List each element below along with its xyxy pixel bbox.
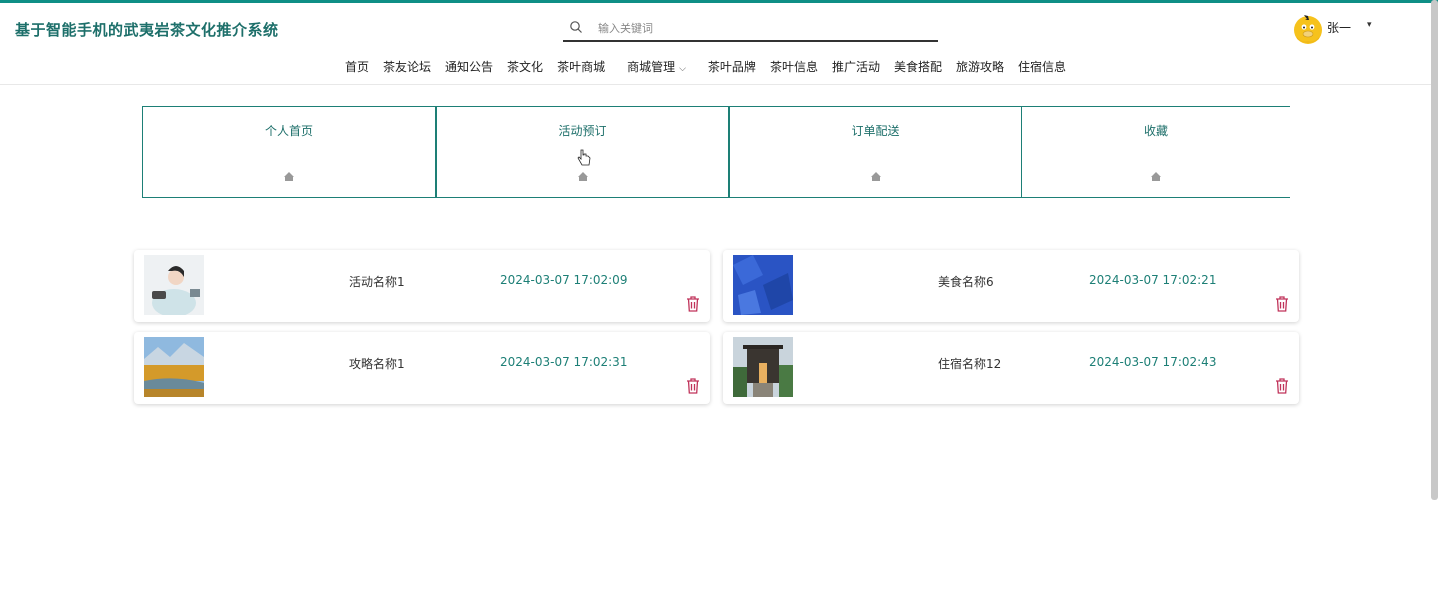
- list-item[interactable]: 住宿名称12 2024-03-07 17:02:43: [723, 332, 1299, 404]
- nav-item-tea-info[interactable]: 茶叶信息: [770, 58, 818, 78]
- nav-item-forum[interactable]: 茶友论坛: [383, 58, 431, 78]
- nav-item-home[interactable]: 首页: [345, 58, 369, 78]
- search-icon[interactable]: [569, 20, 583, 34]
- nav-item-tea-culture[interactable]: 茶文化: [507, 58, 543, 78]
- nav-item-mall-management[interactable]: 商城管理 ⌵: [627, 58, 686, 78]
- list-item[interactable]: 活动名称1 2024-03-07 17:02:09: [134, 250, 710, 322]
- item-name: 攻略名称1: [349, 357, 405, 371]
- search-input[interactable]: [598, 18, 918, 38]
- trash-icon[interactable]: [1275, 378, 1289, 394]
- tab-order-delivery[interactable]: 订单配送: [728, 106, 1021, 198]
- nav-item-food-pairing[interactable]: 美食搭配: [894, 58, 942, 78]
- tab-label: 活动预订: [558, 124, 607, 138]
- nav-item-notice[interactable]: 通知公告: [445, 58, 493, 78]
- tab-personal-home[interactable]: 个人首页: [142, 106, 435, 198]
- tab-favorites[interactable]: 收藏: [1021, 106, 1290, 198]
- duck-avatar[interactable]: [1292, 11, 1324, 45]
- home-icon: [284, 172, 294, 181]
- thumbnail-image: [144, 337, 204, 397]
- nav-item-lodging[interactable]: 住宿信息: [1018, 58, 1066, 78]
- item-time: 2024-03-07 17:02:31: [500, 355, 628, 369]
- tab-label: 订单配送: [851, 124, 900, 138]
- nav-item-tea-brand[interactable]: 茶叶品牌: [708, 58, 756, 78]
- trash-icon[interactable]: [686, 378, 700, 394]
- list-item[interactable]: 攻略名称1 2024-03-07 17:02:31: [134, 332, 710, 404]
- nav-item-travel-guide[interactable]: 旅游攻略: [956, 58, 1004, 78]
- thumbnail-image: [733, 255, 793, 315]
- main-nav: 首页 茶友论坛 通知公告 茶文化 茶叶商城 商城管理 ⌵ 茶叶品牌 茶叶信息 推广…: [345, 58, 1080, 78]
- site-title: 基于智能手机的武夷岩茶文化推介系统: [15, 21, 279, 39]
- list-item[interactable]: 美食名称6 2024-03-07 17:02:21: [723, 250, 1299, 322]
- item-name: 活动名称1: [349, 275, 405, 289]
- item-name: 住宿名称12: [938, 357, 1002, 371]
- chevron-down-icon: ⌵: [679, 64, 686, 74]
- user-name[interactable]: 张一: [1327, 19, 1351, 36]
- nav-item-tea-mall[interactable]: 茶叶商城: [557, 58, 605, 78]
- hand-cursor-icon: [577, 149, 591, 166]
- header: 基于智能手机的武夷岩茶文化推介系统 张一 ▾ 首页 茶友论坛 通知公告 茶文化 …: [0, 3, 1438, 85]
- home-icon: [870, 172, 881, 181]
- caret-down-icon[interactable]: ▾: [1367, 20, 1372, 30]
- tab-label: 收藏: [1143, 124, 1168, 138]
- nav-item-promotion[interactable]: 推广活动: [832, 58, 880, 78]
- trash-icon[interactable]: [1275, 296, 1289, 312]
- item-name: 美食名称6: [938, 275, 994, 289]
- tab-label: 个人首页: [264, 124, 313, 138]
- search-bar[interactable]: [563, 15, 938, 42]
- item-time: 2024-03-07 17:02:21: [1089, 273, 1217, 287]
- scrollbar[interactable]: [1431, 0, 1438, 500]
- item-time: 2024-03-07 17:02:43: [1089, 355, 1217, 369]
- trash-icon[interactable]: [686, 296, 700, 312]
- item-time: 2024-03-07 17:02:09: [500, 273, 628, 287]
- center-tabs: 个人首页 活动预订 订单配送 收藏: [142, 106, 1290, 198]
- thumbnail-image: [733, 337, 793, 397]
- nav-dropdown-label: 商城管理: [627, 60, 676, 74]
- home-icon: [577, 172, 588, 181]
- thumbnail-image: [144, 255, 204, 315]
- home-icon: [1151, 172, 1161, 181]
